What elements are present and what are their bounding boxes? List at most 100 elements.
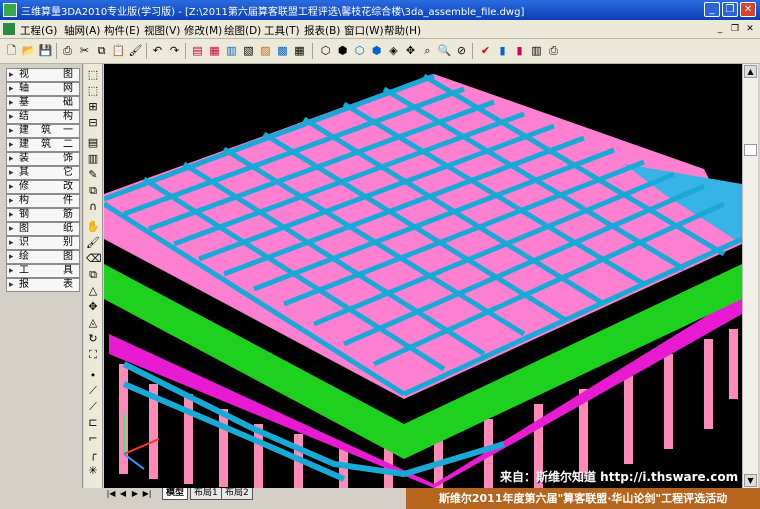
edit-icon[interactable]: ✎	[86, 168, 100, 182]
copy-object-icon[interactable]: ⧉	[86, 268, 100, 282]
sidebar-item-view[interactable]: ▸ 视图	[6, 68, 80, 82]
paste-icon[interactable]: 📋	[111, 43, 126, 58]
zoom-previous-icon[interactable]: ⊘	[454, 43, 469, 58]
wireframe-icon[interactable]: ⬡	[352, 43, 367, 58]
mdi-restore-button[interactable]: ❐	[729, 23, 741, 35]
brush-icon[interactable]: 🖌	[86, 236, 100, 250]
zoom-window-icon[interactable]: 🔍	[437, 43, 452, 58]
select-icon[interactable]: ⬚	[86, 68, 100, 82]
sidebar-item-architecture-1[interactable]: ▸ 建筑一	[6, 124, 80, 138]
menu-tools[interactable]: 工具(T)	[264, 23, 300, 38]
new-file-icon[interactable]: 🗋	[4, 43, 19, 58]
prev-tab-button[interactable]: ◀	[118, 489, 128, 499]
vertical-scrollbar[interactable]: ▲ ▼	[742, 64, 758, 488]
minimize-button[interactable]: _	[704, 2, 720, 17]
sidebar-item-other[interactable]: ▸ 其它	[6, 166, 80, 180]
undo-icon[interactable]: ↶	[150, 43, 165, 58]
scroll-down-icon[interactable]: ▼	[744, 474, 757, 487]
scroll-up-icon[interactable]: ▲	[744, 65, 757, 78]
menu-window[interactable]: 窗口(W)	[344, 23, 384, 38]
view-top-icon[interactable]: ⬡	[318, 43, 333, 58]
print-icon[interactable]: ⎙	[60, 43, 75, 58]
chart-icon[interactable]: ▮	[495, 43, 510, 58]
table-icon[interactable]: ▩	[275, 43, 290, 58]
menu-draw[interactable]: 绘图(D)	[224, 23, 261, 38]
linetype-icon[interactable]: ▧	[241, 43, 256, 58]
mdi-minimize-button[interactable]: _	[714, 23, 726, 35]
sidebar-item-architecture-2[interactable]: ▸ 建筑二	[6, 138, 80, 152]
move-icon[interactable]: ✥	[86, 300, 100, 314]
cut-icon[interactable]: ✂	[77, 43, 92, 58]
statistics-icon[interactable]: ▮	[512, 43, 527, 58]
mirror-icon[interactable]: △	[86, 284, 100, 298]
fillet-icon[interactable]: ╭	[86, 448, 100, 462]
break-icon[interactable]: ⊏	[86, 416, 100, 430]
zoom-realtime-icon[interactable]: ⌕	[420, 43, 435, 58]
layer-icon[interactable]: ▤	[190, 43, 205, 58]
stretch-icon[interactable]: ⬩	[86, 368, 100, 382]
measure-icon[interactable]: ⊟	[86, 116, 100, 130]
menu-component[interactable]: 构件(E)	[104, 23, 140, 38]
first-tab-button[interactable]: |◀	[106, 489, 116, 499]
filter-icon[interactable]: ⊞	[86, 100, 100, 114]
menu-help[interactable]: 帮助(H)	[384, 23, 421, 38]
sidebar-item-component[interactable]: ▸ 构件	[6, 194, 80, 208]
tab-layout-2[interactable]: 布局2	[221, 488, 253, 500]
magnet-icon[interactable]: ∩	[86, 200, 100, 214]
sidebar-item-axis[interactable]: ▸ 轴网	[6, 82, 80, 96]
sidebar-item-draw[interactable]: ▸ 绘图	[6, 250, 80, 264]
grid-icon[interactable]: ▦	[292, 43, 307, 58]
layer-on-icon[interactable]: ▥	[86, 152, 100, 166]
erase-icon[interactable]: ⌫	[86, 252, 102, 266]
sidebar-item-modify[interactable]: ▸ 修改	[6, 180, 80, 194]
sidebar-item-structure[interactable]: ▸ 结构	[6, 110, 80, 124]
hand-icon[interactable]: ✋	[86, 220, 100, 234]
tab-layout-1[interactable]: 布局1	[190, 488, 222, 500]
offset-icon[interactable]: ◬	[86, 316, 100, 330]
restore-button[interactable]: ❐	[722, 2, 738, 17]
calculator-icon[interactable]: ▥	[529, 43, 544, 58]
trim-icon[interactable]: ⟋	[86, 384, 100, 398]
color-icon[interactable]: ▦	[207, 43, 222, 58]
save-icon[interactable]: 💾	[38, 43, 53, 58]
check-icon[interactable]: ✔	[478, 43, 493, 58]
match-props-icon[interactable]: 🖌	[128, 43, 143, 58]
chamfer-icon[interactable]: ⌐	[86, 432, 100, 446]
block-icon[interactable]: ▨	[258, 43, 273, 58]
menu-axis[interactable]: 轴网(A)	[64, 23, 100, 38]
report-print-icon[interactable]: ⎙	[546, 43, 561, 58]
open-folder-icon[interactable]: 📂	[21, 43, 36, 58]
shaded-icon[interactable]: ⬢	[369, 43, 384, 58]
sidebar-item-tools[interactable]: ▸ 工具	[6, 264, 80, 278]
view-front-icon[interactable]: ⬢	[335, 43, 350, 58]
rotate-icon[interactable]: ↻	[86, 332, 100, 346]
menu-view[interactable]: 视图(V)	[144, 23, 180, 38]
model-viewport[interactable]	[104, 64, 742, 488]
sidebar-item-rebar[interactable]: ▸ 钢筋	[6, 208, 80, 222]
scroll-thumb[interactable]	[744, 144, 757, 156]
redo-icon[interactable]: ↷	[167, 43, 182, 58]
tab-model[interactable]: 模型	[162, 488, 189, 500]
close-button[interactable]: ✕	[740, 2, 756, 17]
pan-icon[interactable]: ✥	[403, 43, 418, 58]
sidebar-item-report[interactable]: ▸ 报表	[6, 278, 80, 292]
render-icon[interactable]: ◈	[386, 43, 401, 58]
copy-tool-icon[interactable]: ⧉	[86, 184, 100, 198]
sidebar-item-recognize[interactable]: ▸ 识别	[6, 236, 80, 250]
sidebar-item-foundation[interactable]: ▸ 基础	[6, 96, 80, 110]
menu-modify[interactable]: 修改(M)	[184, 23, 222, 38]
extend-icon[interactable]: ⟋	[86, 400, 100, 414]
explode-icon[interactable]: ✳	[86, 464, 100, 478]
scale-icon[interactable]: ⛶	[86, 348, 100, 362]
layer-off-icon[interactable]: ▤	[86, 136, 100, 150]
properties-icon[interactable]: ▥	[224, 43, 239, 58]
next-tab-button[interactable]: ▶	[130, 489, 140, 499]
copy-icon[interactable]: ⧉	[94, 43, 109, 58]
select-window-icon[interactable]: ⬚	[86, 84, 100, 98]
sidebar-item-drawings[interactable]: ▸ 图纸	[6, 222, 80, 236]
menu-project[interactable]: 工程(G)	[20, 23, 57, 38]
last-tab-button[interactable]: ▶|	[142, 489, 152, 499]
menu-report[interactable]: 报表(B)	[304, 23, 340, 38]
mdi-close-button[interactable]: ✕	[744, 23, 756, 35]
sidebar-item-decoration[interactable]: ▸ 装饰	[6, 152, 80, 166]
